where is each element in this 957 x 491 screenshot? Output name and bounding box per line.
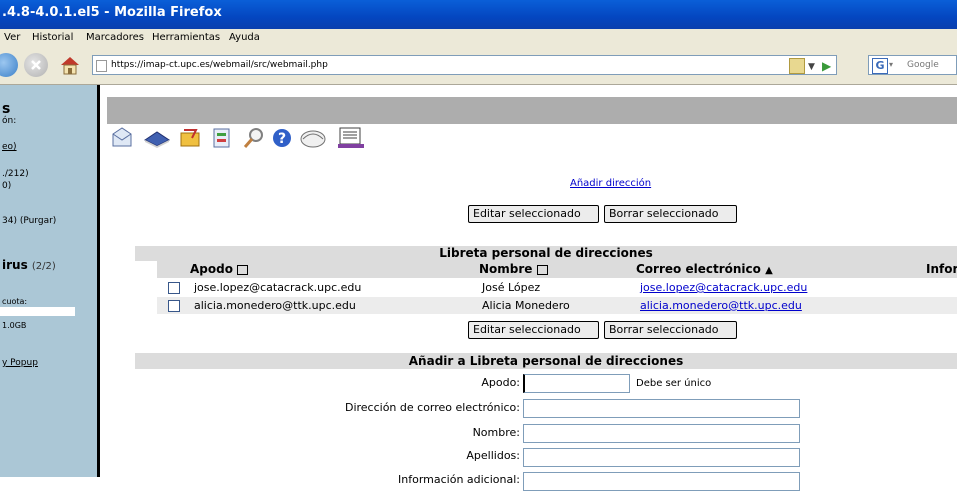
menu-ver[interactable]: Ver xyxy=(4,29,20,47)
search-icon[interactable] xyxy=(242,126,266,150)
folder-inbox-sub[interactable]: 0) xyxy=(2,181,11,191)
quota-label: cuota: xyxy=(2,297,28,306)
engine-dropdown-icon[interactable]: ▾ xyxy=(889,56,893,74)
column-info[interactable]: Infor xyxy=(926,262,957,276)
info-field[interactable] xyxy=(523,472,800,491)
row-email-link[interactable]: alicia.monedero@ttk.upc.edu xyxy=(640,297,802,314)
addressbook-icon[interactable] xyxy=(143,126,170,150)
sidebar-link[interactable]: eo) xyxy=(2,142,17,152)
row-nick: alicia.monedero@ttk.upc.edu xyxy=(194,299,356,312)
folder-virus[interactable]: irus (2/2) xyxy=(2,258,56,272)
surname-field[interactable] xyxy=(523,448,800,467)
row-nick: jose.lopez@catacrack.upc.edu xyxy=(194,281,362,294)
surname-label: Apellidos: xyxy=(466,449,520,462)
page-icon xyxy=(96,60,107,72)
name-field[interactable] xyxy=(523,424,800,443)
sidebar-heading: s xyxy=(2,101,11,117)
go-icon[interactable]: ▶ xyxy=(822,57,831,75)
reload-icon[interactable] xyxy=(0,53,18,77)
svg-text:?: ? xyxy=(278,131,286,147)
url-bar[interactable]: https://imap-ct.upc.es/webmail/src/webma… xyxy=(92,55,837,75)
folders-icon[interactable] xyxy=(178,126,202,150)
edit-selected-button-top[interactable]: Editar seleccionado xyxy=(468,205,599,223)
compose-icon[interactable] xyxy=(110,126,134,150)
addressbook-column-headers: Apodo Nombre Correo electrónico ▲ Infor xyxy=(157,261,957,278)
folder-virus-label: irus xyxy=(2,258,28,272)
sort-icon[interactable] xyxy=(237,264,249,275)
add-contact-title: Añadir a Libreta personal de direcciones xyxy=(135,353,957,369)
sort-icon[interactable] xyxy=(536,264,548,275)
column-nombre-label: Nombre xyxy=(479,262,533,276)
row-name: Alicia Monedero xyxy=(482,299,570,312)
menu-marcadores[interactable]: Marcadores xyxy=(86,29,144,47)
menu-bar: Ver Historial Marcadores Herramientas Ay… xyxy=(0,29,957,47)
home-icon[interactable] xyxy=(58,53,82,77)
row-checkbox[interactable] xyxy=(168,300,180,312)
window-title: .4.8-4.0.1.el5 - Mozilla Firefox xyxy=(2,5,222,20)
options-icon[interactable] xyxy=(210,126,234,150)
bookmark-star-icon[interactable] xyxy=(789,58,805,74)
add-address-link[interactable]: Añadir dirección xyxy=(570,178,651,189)
search-bar[interactable]: G ▾ Google xyxy=(868,55,957,75)
column-apodo-label: Apodo xyxy=(190,262,233,276)
column-correo-label: Correo electrónico xyxy=(636,262,761,276)
column-nombre[interactable]: Nombre xyxy=(479,262,548,276)
column-apodo[interactable]: Apodo xyxy=(190,262,249,276)
delete-selected-button-bottom[interactable]: Borrar seleccionado xyxy=(604,321,737,339)
popup-link[interactable]: y Popup xyxy=(2,358,38,368)
url-dropdown-icon[interactable]: ▼ xyxy=(808,58,815,76)
url-text: https://imap-ct.upc.es/webmail/src/webma… xyxy=(111,60,328,70)
addressbook-title: Libreta personal de direcciones xyxy=(135,246,957,261)
info-label: Información adicional: xyxy=(398,473,520,486)
google-engine-icon[interactable]: G xyxy=(872,58,888,74)
folder-sidebar: s ón: eo) ./212) 0) 34) (Purgar) irus (2… xyxy=(0,85,97,477)
email-label: Dirección de correo electrónico: xyxy=(344,401,520,414)
calendar-icon[interactable] xyxy=(298,126,328,150)
folder-virus-count: (2/2) xyxy=(31,261,56,272)
folder-trash[interactable]: 34) (Purgar) xyxy=(2,216,56,226)
sidebar-info: ón: xyxy=(2,116,17,126)
stop-icon[interactable] xyxy=(24,53,48,77)
nick-note: Debe ser único xyxy=(636,378,712,389)
column-correo[interactable]: Correo electrónico ▲ xyxy=(636,262,773,276)
help-icon[interactable]: ? xyxy=(270,126,294,150)
quota-value: 1.0GB xyxy=(2,321,27,330)
nick-input[interactable] xyxy=(523,374,630,393)
table-row: alicia.monedero@ttk.upc.edu Alicia Moned… xyxy=(157,297,957,314)
row-name: José López xyxy=(482,281,541,294)
email-field[interactable] xyxy=(523,399,800,418)
folder-inbox[interactable]: ./212) xyxy=(2,169,29,179)
row-checkbox[interactable] xyxy=(168,282,180,294)
delete-selected-button-top[interactable]: Borrar seleccionado xyxy=(604,205,737,223)
menu-historial[interactable]: Historial xyxy=(32,29,73,47)
edit-selected-button-bottom[interactable]: Editar seleccionado xyxy=(468,321,599,339)
name-label: Nombre: xyxy=(472,426,520,439)
menu-ayuda[interactable]: Ayuda xyxy=(229,29,260,47)
navigation-toolbar: https://imap-ct.upc.es/webmail/src/webma… xyxy=(0,47,957,85)
nick-label: Apodo: xyxy=(481,376,520,389)
row-email-link[interactable]: jose.lopez@catacrack.upc.edu xyxy=(640,279,807,296)
sort-ascending-icon[interactable]: ▲ xyxy=(765,265,773,276)
window-title-bar: .4.8-4.0.1.el5 - Mozilla Firefox xyxy=(0,0,957,29)
table-row: jose.lopez@catacrack.upc.edu José López … xyxy=(157,279,957,296)
header-bar xyxy=(107,97,957,124)
menu-herramientas[interactable]: Herramientas xyxy=(152,29,220,47)
quota-bar xyxy=(0,307,75,316)
notes-icon[interactable] xyxy=(336,126,366,150)
search-placeholder: Google xyxy=(907,60,939,70)
